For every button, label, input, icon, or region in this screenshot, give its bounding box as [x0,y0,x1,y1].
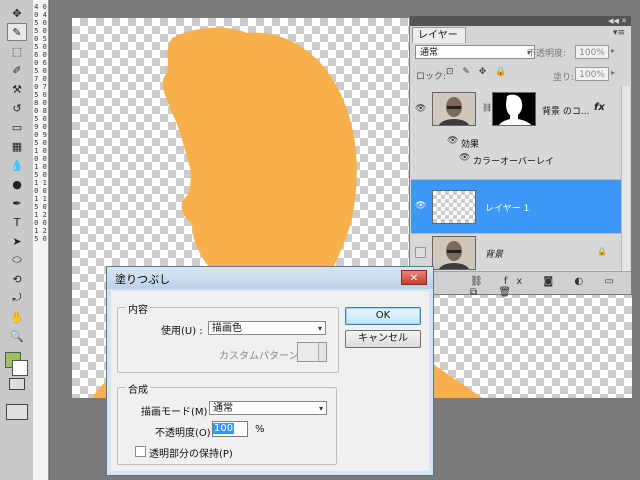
move-tool-icon[interactable]: ✥ [7,4,27,22]
fx-badge-icon[interactable]: fx [594,102,605,113]
portrait-thumbnail-icon [433,237,475,269]
layer-list: 👁 ⛓ 背景 のコ... fx 👁 効果 👁 カラーオーバーレイ 👁 レイヤー … [411,86,623,272]
layer-thumbnail [432,92,476,126]
3d-orbit-tool-icon[interactable]: ⤾ [7,289,27,307]
tab-layers[interactable]: レイヤー [412,27,466,43]
layers-panel-footer: ⛓ fx ◙ ◐ ▭ ⧉ 🗑 [410,271,631,298]
layer-mask-thumbnail[interactable] [492,92,536,126]
blend-mode-select[interactable]: 通常 ▾ [415,45,535,59]
contents-group: 内容 [117,301,339,373]
quick-mask-icon[interactable] [9,378,25,390]
layer-row-portrait-copy[interactable]: 👁 ⛓ 背景 のコ... fx 👁 効果 👁 カラーオーバーレイ [411,86,623,180]
layer-thumbnail [432,190,476,224]
type-tool-icon[interactable]: T [7,213,27,231]
mode-select[interactable]: 通常 ▾ [209,401,327,415]
history-brush-tool-icon[interactable]: ↺ [7,99,27,117]
opacity-field[interactable]: 100% [575,45,609,59]
gradient-tool-icon[interactable]: ▦ [7,137,27,155]
preserve-transparency-label[interactable]: 透明部分の保持(P) [149,445,233,460]
blend-mode-value: 通常 [420,48,439,58]
screen-mode-icon[interactable] [6,404,28,420]
dialog-title-bar[interactable]: 塗りつぶし ✕ [107,267,433,289]
effects-label: 効果 [461,140,480,150]
fill-field[interactable]: 100% [575,67,609,81]
visibility-eye-icon[interactable]: 👁 [415,104,426,115]
lock-label: ロック: [416,72,447,82]
pen-tool-icon[interactable]: ✒ [7,194,27,212]
portrait-thumbnail-icon [433,93,475,125]
background-color-swatch[interactable] [12,360,28,376]
chevron-down-icon: ▾ [317,324,322,333]
zoom-tool-icon[interactable]: 🔍 [7,327,27,345]
panel-collapse-icon[interactable]: ◀◀ ✕ [608,16,627,26]
visibility-eye-icon[interactable]: 👁 [415,201,426,212]
vertical-ruler: 4 0 0 4 5 0 5 0 0 5 5 0 6 0 0 6 5 0 7 0 … [33,0,49,480]
3d-rotate-tool-icon[interactable]: ⟲ [7,270,27,288]
hand-tool-icon[interactable]: ✋ [7,308,27,326]
opacity-input[interactable]: 100 [212,421,248,437]
blending-legend: 合成 [126,381,150,396]
layer-row-layer-1[interactable]: 👁 レイヤー 1 [411,180,623,234]
layer-name[interactable]: レイヤー 1 [485,201,529,214]
mask-silhouette-icon [499,94,531,125]
layer-thumbnail [432,236,476,270]
lock-icon: 🔒 [597,247,607,256]
lock-options-icons[interactable]: ⊡ ✎ ✥ 🔒 [446,67,509,77]
fill-slider-icon[interactable]: ▸ [611,68,615,77]
opacity-slider-icon[interactable]: ▸ [611,46,615,55]
effects-eye-icon[interactable]: 👁 [447,136,458,147]
preserve-transparency-checkbox[interactable] [135,446,146,457]
mode-label: 描画モード(M) : [141,407,214,418]
opacity-label: 不透明度: [527,49,567,59]
layer-row-background[interactable]: 背景 🔒 [411,234,623,272]
use-label: 使用(U) : [161,326,203,337]
layer-name[interactable]: 背景 [485,247,503,260]
eyedropper-tool-icon[interactable]: ✎ [7,23,27,41]
effect-eye-icon[interactable]: 👁 [459,153,470,164]
close-button[interactable]: ✕ [401,270,427,285]
chevron-down-icon: ▾ [318,404,323,413]
contents-legend: 内容 [126,301,150,316]
blur-tool-icon[interactable]: 💧 [7,156,27,174]
eraser-tool-icon[interactable]: ▭ [7,118,27,136]
use-select[interactable]: 描画色 ▾ [208,321,326,335]
panel-menu-icon[interactable]: ▾≡ [613,28,625,38]
opacity-input-value: 100 [213,423,235,434]
use-value: 描画色 [212,323,242,334]
cancel-button[interactable]: キャンセル [345,330,421,348]
layer-name[interactable]: 背景 のコ... [542,104,589,117]
shape-tool-icon[interactable]: ⬭ [7,251,27,269]
path-selection-tool-icon[interactable]: ➤ [7,232,27,250]
dialog-body: 内容 使用(U) : 描画色 ▾ カスタムパターン : 合成 描画モード(M) … [111,291,429,471]
custom-pattern-picker[interactable] [297,342,327,362]
panel-title-bar: ◀◀ ✕ [410,16,631,26]
effect-color-overlay[interactable]: カラーオーバーレイ [473,154,554,167]
layer-list-scrollbar[interactable] [621,86,630,272]
layers-panel: ◀◀ ✕ レイヤー ▾≡ 通常 ▾ 不透明度: 100% ▸ ロック: ⊡ ✎ … [409,15,632,298]
opacity-unit: % [255,424,265,435]
fill-dialog: 塗りつぶし ✕ 内容 使用(U) : 描画色 ▾ カスタムパターン : 合成 描… [106,266,434,476]
marquee-tool-icon[interactable]: ⬚ [7,42,27,60]
fill-label: 塗り: [553,73,575,83]
brush-tool-icon[interactable]: ✐ [7,61,27,79]
clone-stamp-tool-icon[interactable]: ⚒ [7,80,27,98]
dodge-tool-icon[interactable]: ● [7,175,27,193]
visibility-toggle-box[interactable] [415,247,426,258]
mask-link-icon[interactable]: ⛓ [482,103,492,112]
custom-pattern-label: カスタムパターン : [219,351,306,362]
ok-button[interactable]: OK [345,307,421,325]
layer-action-icons[interactable]: ⛓ fx ◙ ◐ ▭ ⧉ 🗑 [470,276,631,298]
opacity-label: 不透明度(O) : [155,428,218,439]
dialog-title: 塗りつぶし [115,273,171,286]
mode-value: 通常 [213,403,233,414]
